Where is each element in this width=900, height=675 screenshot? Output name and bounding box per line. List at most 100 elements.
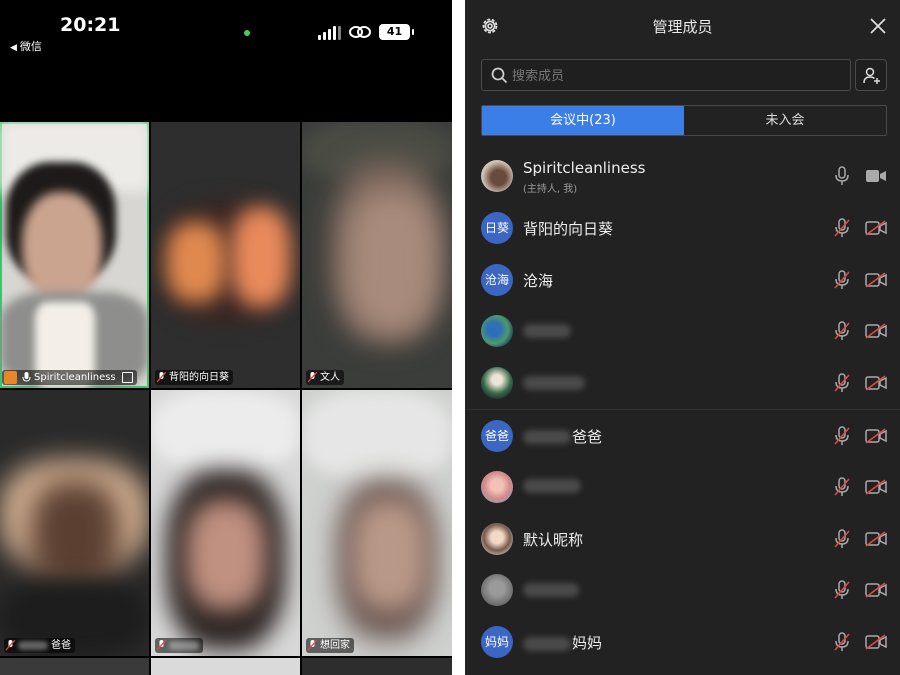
member-name: [523, 373, 586, 391]
status-bar: 20:21 ◀ 微信 41: [0, 0, 452, 60]
member-name: [523, 477, 582, 495]
mic-muted-icon[interactable]: [833, 632, 851, 652]
avatar: 日葵: [481, 211, 513, 244]
mic-muted-icon: [308, 372, 317, 383]
mic-muted-icon[interactable]: [833, 580, 851, 600]
member-name-text: 妈妈: [572, 634, 603, 653]
blurred-name: [523, 375, 585, 390]
mic-muted-icon[interactable]: [833, 321, 851, 341]
video-tile[interactable]: [151, 658, 300, 675]
add-user-icon: [863, 67, 880, 84]
member-row[interactable]: [465, 305, 900, 357]
member-row[interactable]: Spiritcleanliness (主持人, 我): [465, 150, 900, 202]
camera-off-icon[interactable]: [865, 375, 887, 391]
blurred-name: [523, 479, 581, 494]
member-row[interactable]: 爸爸 爸爸: [465, 408, 900, 461]
video-tile[interactable]: [151, 390, 300, 656]
search-box: [481, 59, 851, 91]
camera-off-icon[interactable]: [865, 323, 887, 340]
screen-share-icon: [121, 372, 133, 383]
member-row[interactable]: [465, 564, 900, 616]
member-name: [523, 580, 580, 598]
camera-off-icon[interactable]: [865, 428, 887, 444]
link-icon: [349, 26, 371, 38]
mic-muted-icon: [6, 640, 15, 651]
search-input[interactable]: [512, 65, 832, 87]
mic-muted-icon: [157, 640, 166, 651]
video-tile[interactable]: [0, 658, 149, 675]
video-tile[interactable]: [302, 658, 452, 675]
mic-muted-icon: [157, 372, 166, 383]
participant-name: Spiritcleanliness: [34, 372, 116, 383]
video-call-screen: 20:21 ◀ 微信 41 Spiritcleanliness 背阳的向日葵 文…: [0, 0, 452, 675]
mic-muted-icon[interactable]: [833, 528, 851, 549]
mic-muted-icon[interactable]: [833, 269, 851, 290]
battery-icon: 41: [379, 24, 414, 40]
camera-off-icon[interactable]: [865, 582, 887, 599]
camera-off-icon[interactable]: [865, 479, 887, 495]
blurred-name: [523, 430, 571, 445]
member-name: 背阳的向日葵: [523, 219, 614, 238]
back-to-wechat-link[interactable]: ◀ 微信: [10, 38, 42, 54]
member-name: [523, 321, 572, 339]
host-icon: [4, 371, 17, 384]
panel-header: 管理成员: [465, 0, 900, 54]
avatar: 爸爸: [481, 419, 513, 452]
camera-off-icon[interactable]: [865, 530, 887, 547]
back-arrow-icon: ◀: [10, 43, 17, 53]
search-icon: [491, 67, 508, 84]
member-name: 爸爸: [523, 426, 602, 447]
member-tabs: 会议中(23) 未入会: [481, 105, 887, 136]
mic-icon: [22, 372, 31, 382]
mic-muted-icon[interactable]: [833, 373, 851, 393]
mic-muted-icon[interactable]: [833, 477, 851, 497]
camera-icon[interactable]: [865, 168, 887, 184]
member-role: (主持人, 我): [523, 184, 578, 195]
camera-indicator-icon: [244, 30, 250, 36]
blurred-name: [169, 641, 199, 650]
member-row[interactable]: [465, 461, 900, 513]
member-row[interactable]: 沧海 沧海: [465, 254, 900, 306]
blurred-name: [523, 636, 571, 651]
video-tile[interactable]: 爸爸: [0, 390, 149, 656]
close-icon[interactable]: [868, 16, 888, 36]
mic-muted-icon[interactable]: [833, 426, 851, 446]
mic-icon[interactable]: [833, 166, 851, 186]
mic-muted-icon[interactable]: [833, 218, 851, 238]
camera-off-icon[interactable]: [865, 634, 887, 650]
video-tile[interactable]: 背阳的向日葵: [151, 122, 300, 388]
member-name: 妈妈: [523, 632, 602, 653]
back-label: 微信: [19, 40, 42, 53]
tab-in-meeting[interactable]: 会议中(23): [482, 106, 684, 135]
avatar: [481, 315, 513, 348]
camera-off-icon[interactable]: [865, 271, 887, 288]
member-name: 沧海: [523, 271, 554, 290]
video-tile[interactable]: 文人: [302, 122, 452, 388]
blurred-name: [523, 323, 571, 338]
member-name: 默认昵称: [523, 530, 584, 549]
member-row[interactable]: [465, 357, 900, 409]
member-name-text: 爸爸: [572, 427, 603, 446]
participant-name: 背阳的向日葵: [169, 372, 229, 383]
participant-name: 想回家: [320, 640, 350, 651]
video-grid: Spiritcleanliness 背阳的向日葵 文人 爸爸 想回家: [0, 122, 452, 675]
avatar: [481, 470, 513, 503]
tab-not-joined[interactable]: 未入会: [684, 106, 886, 135]
avatar: [481, 160, 513, 192]
invite-member-button[interactable]: [855, 59, 887, 91]
mic-muted-icon: [308, 640, 317, 651]
avatar: [481, 574, 513, 607]
camera-off-icon[interactable]: [865, 220, 887, 236]
member-name: Spiritcleanliness: [523, 159, 646, 177]
video-tile[interactable]: Spiritcleanliness: [0, 122, 149, 388]
participant-name: 爸爸: [51, 640, 71, 651]
avatar: [481, 367, 513, 400]
video-tile[interactable]: 想回家: [302, 390, 452, 656]
member-row[interactable]: 默认昵称: [465, 513, 900, 565]
blurred-name: [523, 582, 579, 597]
member-row[interactable]: 妈妈 妈妈: [465, 616, 900, 668]
blurred-name: [18, 641, 48, 650]
member-row[interactable]: 日葵 背阳的向日葵: [465, 202, 900, 254]
member-list: Spiritcleanliness (主持人, 我) 日葵 背阳的向日葵 沧海 …: [465, 150, 900, 668]
panel-title: 管理成员: [652, 18, 713, 36]
